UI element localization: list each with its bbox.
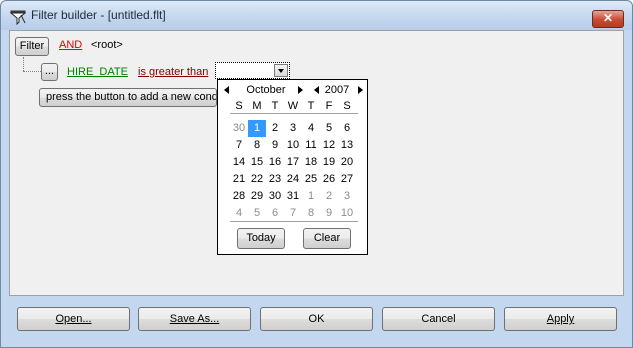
calendar-day[interactable]: 8 xyxy=(302,205,320,222)
close-button[interactable]: ✕ xyxy=(592,10,624,28)
calendar-week: 7 8 9 10 11 12 13 xyxy=(230,137,356,154)
filter-funnel-icon xyxy=(10,10,26,25)
calendar-day[interactable]: 5 xyxy=(320,120,338,137)
condition-operator-link[interactable]: is greater than xyxy=(138,66,208,78)
calendar-day[interactable]: 24 xyxy=(284,171,302,188)
calendar-day[interactable]: 9 xyxy=(320,205,338,222)
calendar-day[interactable]: 3 xyxy=(338,188,356,205)
calendar-day[interactable]: 10 xyxy=(284,137,302,154)
filter-builder-window: Filter builder - [untitled.flt] ✕ Filter… xyxy=(0,0,633,348)
calendar-day[interactable]: 8 xyxy=(248,137,266,154)
root-label: <root> xyxy=(91,39,123,51)
calendar-day[interactable]: 18 xyxy=(302,154,320,171)
calendar-day[interactable]: 25 xyxy=(302,171,320,188)
calendar-day[interactable]: 14 xyxy=(230,154,248,171)
apply-button-label: Apply xyxy=(546,313,575,325)
calendar-day[interactable]: 1 xyxy=(302,188,320,205)
calendar-day[interactable]: 30 xyxy=(266,188,284,205)
condition-value-date-field[interactable] xyxy=(215,62,290,79)
window-title: Filter builder - [untitled.flt] xyxy=(31,8,166,22)
calendar-year[interactable]: 2007 xyxy=(322,84,352,96)
prev-year-icon[interactable] xyxy=(314,86,319,94)
calendar-day[interactable]: 6 xyxy=(338,120,356,137)
calendar-day[interactable]: 28 xyxy=(230,188,248,205)
calendar-day[interactable]: 23 xyxy=(266,171,284,188)
calendar-day[interactable]: 2 xyxy=(266,120,284,137)
filter-menu-button[interactable]: Filter xyxy=(15,37,49,56)
calendar-day[interactable]: 7 xyxy=(230,137,248,154)
condition-field-link[interactable]: HIRE_DATE xyxy=(67,66,128,78)
tree-connector-horizontal xyxy=(23,71,41,72)
prev-month-icon[interactable] xyxy=(224,86,229,94)
calendar-day[interactable]: 20 xyxy=(338,154,356,171)
calendar-week: 21 22 23 24 25 26 27 xyxy=(230,171,356,188)
calendar-week: 4 5 6 7 8 9 10 xyxy=(230,205,356,222)
calendar-day[interactable]: 15 xyxy=(248,154,266,171)
calendar-day[interactable]: 31 xyxy=(284,188,302,205)
calendar-header-divider xyxy=(230,113,358,114)
next-year-icon[interactable] xyxy=(358,86,363,94)
open-button-label: Open... xyxy=(55,313,92,325)
calendar-day[interactable]: 9 xyxy=(266,137,284,154)
calendar-day[interactable]: 4 xyxy=(302,120,320,137)
calendar-day[interactable]: 3 xyxy=(284,120,302,137)
calendar-day[interactable]: 19 xyxy=(320,154,338,171)
ok-button[interactable]: OK xyxy=(260,307,373,331)
cancel-button[interactable]: Cancel xyxy=(382,307,495,331)
open-button[interactable]: Open... xyxy=(17,307,130,331)
calendar-day[interactable]: 2 xyxy=(320,188,338,205)
calendar-day[interactable]: 4 xyxy=(230,205,248,222)
save-as-button[interactable]: Save As... xyxy=(138,307,251,331)
calendar-day[interactable]: 16 xyxy=(266,154,284,171)
calendar-footer-divider xyxy=(230,221,358,222)
chevron-down-icon xyxy=(278,69,284,73)
next-month-icon[interactable] xyxy=(298,86,303,94)
close-icon: ✕ xyxy=(602,11,614,25)
calendar-week: 14 15 16 17 18 19 20 xyxy=(230,154,356,171)
calendar-day-selected[interactable]: 1 xyxy=(248,120,266,137)
calendar-month[interactable]: October xyxy=(234,84,298,96)
calendar-day[interactable]: 26 xyxy=(320,171,338,188)
calendar-day[interactable]: 21 xyxy=(230,171,248,188)
calendar-day[interactable]: 27 xyxy=(338,171,356,188)
calendar-day[interactable]: 6 xyxy=(266,205,284,222)
calendar-day[interactable]: 5 xyxy=(248,205,266,222)
calendar-day[interactable]: 7 xyxy=(284,205,302,222)
date-picker-popup: October 2007 S M T W T F S 30 1 2 3 4 5 … xyxy=(217,79,368,255)
calendar-day[interactable]: 11 xyxy=(302,137,320,154)
calendar-day[interactable]: 22 xyxy=(248,171,266,188)
calendar-day[interactable]: 17 xyxy=(284,154,302,171)
date-dropdown-button[interactable] xyxy=(274,64,288,77)
calendar-week: 30 1 2 3 4 5 6 xyxy=(230,120,356,137)
clear-button[interactable]: Clear xyxy=(303,228,351,249)
calendar-day[interactable]: 29 xyxy=(248,188,266,205)
calendar-day[interactable]: 30 xyxy=(230,120,248,137)
tree-connector-vertical xyxy=(23,57,24,71)
save-as-button-label: Save As... xyxy=(169,313,220,325)
calendar-week: 28 29 30 31 1 2 3 xyxy=(230,188,356,205)
title-bar[interactable]: Filter builder - [untitled.flt] ✕ xyxy=(1,1,632,30)
apply-button[interactable]: Apply xyxy=(504,307,617,331)
group-operator-link[interactable]: AND xyxy=(59,39,82,51)
condition-menu-button[interactable]: ... xyxy=(41,63,58,81)
today-button[interactable]: Today xyxy=(237,228,285,249)
add-condition-button[interactable]: press the button to add a new condition xyxy=(39,88,217,107)
calendar-day[interactable]: 13 xyxy=(338,137,356,154)
calendar-day[interactable]: 12 xyxy=(320,137,338,154)
calendar-day[interactable]: 10 xyxy=(338,205,356,222)
